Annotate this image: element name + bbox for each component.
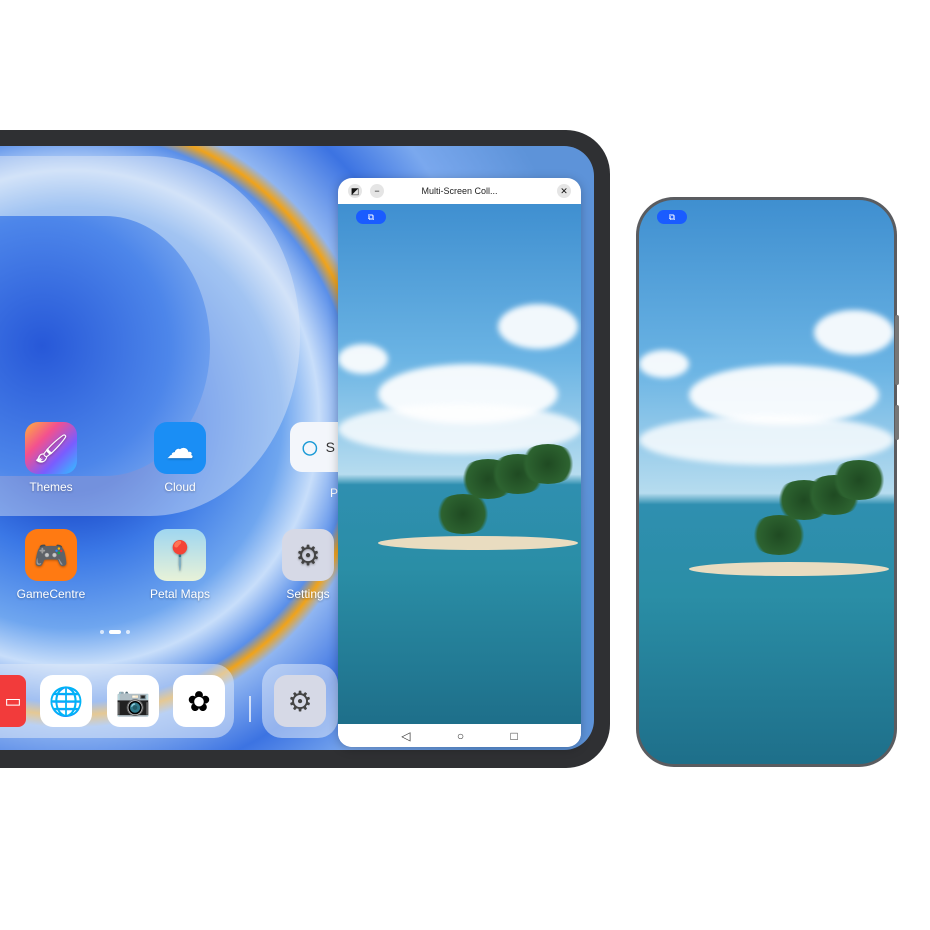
search-icon: ◯ xyxy=(302,438,318,455)
recent-dock: ⚙ xyxy=(262,664,338,738)
floating-window: ◩ − Multi-Screen Coll... ✕ ⧉ ◁ ○ □ xyxy=(338,178,581,747)
collaboration-icon[interactable]: ⧉ xyxy=(356,210,386,224)
settings-gear-icon: ⚙ xyxy=(282,529,334,581)
back-icon[interactable]: ◁ xyxy=(401,729,410,743)
recents-icon[interactable]: □ xyxy=(511,729,518,743)
window-title-bar[interactable]: ◩ − Multi-Screen Coll... ✕ xyxy=(338,178,581,204)
dock-divider xyxy=(249,696,251,722)
power-button xyxy=(895,405,899,440)
themes-icon: 🖌 xyxy=(25,422,77,474)
app-gamecentre[interactable]: 🎮 GameCentre xyxy=(6,529,96,601)
dock: ▭ 🌐 📷 ✿ xyxy=(0,664,234,738)
widget-label: P xyxy=(330,486,339,500)
gamepad-icon: 🎮 xyxy=(25,529,77,581)
phone-screen: ⧉ xyxy=(639,200,894,764)
page-dot xyxy=(126,630,130,634)
gallery-icon[interactable]: ✿ xyxy=(173,675,225,727)
camera-icon[interactable]: 📷 xyxy=(107,675,159,727)
app-cloud[interactable]: ☁ Cloud xyxy=(135,422,225,494)
map-pin-icon: 📍 xyxy=(154,529,206,581)
beach-wallpaper xyxy=(338,204,581,724)
home-icon[interactable]: ○ xyxy=(457,729,464,743)
notes-icon[interactable]: ▭ xyxy=(0,675,26,727)
page-indicator[interactable] xyxy=(100,630,130,634)
navigation-bar: ◁ ○ □ xyxy=(338,724,581,747)
split-icon[interactable]: ◩ xyxy=(348,184,362,198)
app-label: Petal Maps xyxy=(149,587,211,601)
volume-button xyxy=(895,315,899,385)
app-petal-maps[interactable]: 📍 Petal Maps xyxy=(135,529,225,601)
widget-text: S xyxy=(325,439,336,455)
close-icon[interactable]: ✕ xyxy=(557,184,571,198)
app-label: Settings xyxy=(286,587,330,601)
app-label: Themes xyxy=(29,480,73,494)
app-label: GameCentre xyxy=(16,587,86,601)
page-dot-current xyxy=(109,630,121,634)
app-label: Cloud xyxy=(164,480,196,494)
settings-gear-icon[interactable]: ⚙ xyxy=(274,675,326,727)
page-dot xyxy=(100,630,104,634)
minimize-icon[interactable]: − xyxy=(370,184,384,198)
browser-icon[interactable]: 🌐 xyxy=(40,675,92,727)
cloud-icon: ☁ xyxy=(154,422,206,474)
phone-device: ⧉ xyxy=(636,197,897,767)
app-themes[interactable]: 🖌 Themes xyxy=(6,422,96,494)
beach-wallpaper xyxy=(639,200,894,764)
collaboration-icon[interactable]: ⧉ xyxy=(657,210,687,224)
